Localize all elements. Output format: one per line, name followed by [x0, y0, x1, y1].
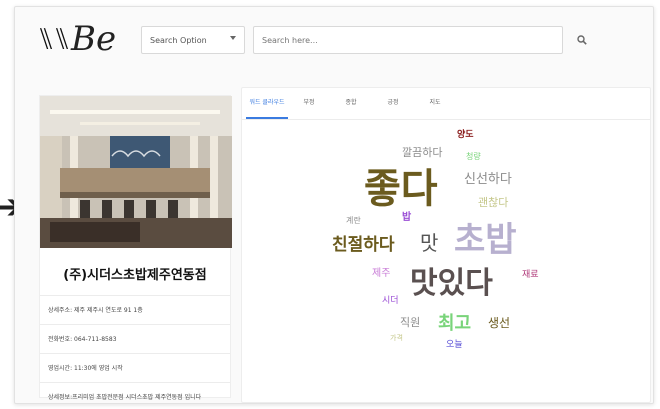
cloud-word: 생선: [488, 316, 511, 330]
tab-negative[interactable]: 부정: [288, 88, 330, 119]
search-input[interactable]: [253, 26, 563, 54]
store-phone: 전화번호: 064-711-8583: [40, 324, 230, 353]
cloud-word: 계란: [346, 216, 361, 225]
cloud-word: 제주: [372, 268, 391, 279]
store-card: (주)시더스초밥제주연동점 상세주소: 제주 제주시 연도로 91 1층 전화번…: [39, 95, 232, 401]
cloud-word: 맛: [420, 231, 439, 255]
store-name: (주)시더스초밥제주연동점: [63, 268, 207, 283]
cloud-word: 친절하다: [332, 235, 395, 255]
cloud-word: 좋다: [364, 166, 438, 212]
cloud-word: 밥: [402, 212, 412, 223]
tab-word-cloud[interactable]: 워드 클라우드: [246, 88, 288, 119]
cloud-word: 초밥: [454, 220, 517, 260]
store-hours: 영업시간: 11:30에 영업 시작: [40, 353, 230, 382]
app-window: ⑊⑊ Be Search Option Search here... (주)시더…: [14, 6, 654, 404]
store-photo: [40, 96, 232, 248]
cloud-word: 청량: [466, 152, 481, 161]
cloud-word: 양도: [457, 130, 474, 140]
tab-overall[interactable]: 종합: [330, 88, 372, 119]
cloud-word: 최고: [438, 313, 472, 334]
logo-text: Be: [71, 19, 117, 59]
cloud-word: 깔끔하다: [402, 146, 443, 159]
tab-map[interactable]: 지도: [414, 88, 456, 119]
tab-bar: 워드 클라우드 부정 종합 긍정 지도: [242, 88, 650, 120]
cloud-word: 재료: [522, 270, 539, 280]
word-cloud: 양도 깔끔하다 청량 좋다 신선하다 괜찮다 계란 밥 친절하다 맛 초밥 제주…: [242, 121, 652, 401]
search-button[interactable]: [571, 29, 593, 51]
cloud-word: 신선하다: [464, 172, 512, 187]
cloud-word: 괜찮다: [478, 196, 509, 209]
search-option-label: Search Option: [150, 35, 207, 45]
store-address: 상세주소: 제주 제주시 연도로 91 1층: [40, 295, 230, 324]
search-icon: [577, 35, 587, 45]
analysis-panel: 워드 클라우드 부정 종합 긍정 지도 양도 깔끔하다 청량 좋다 신선하다 괜…: [241, 87, 651, 403]
fork-knife-icon: ⑊⑊: [37, 21, 71, 57]
search-option-select[interactable]: Search Option: [141, 26, 245, 54]
cloud-word: 오늘: [446, 340, 463, 350]
chevron-down-icon: [230, 36, 236, 40]
cloud-word: 직원: [400, 316, 421, 329]
tab-positive[interactable]: 긍정: [372, 88, 414, 119]
cloud-word: 시더: [382, 296, 399, 306]
logo[interactable]: ⑊⑊ Be: [37, 15, 116, 63]
store-description: 상세정보:프리미엄 초밥전문점 시더스초밥 제주연동점 입니다: [40, 382, 230, 409]
cloud-word: 맛있다: [410, 266, 493, 301]
cloud-word: 가격: [390, 334, 403, 342]
